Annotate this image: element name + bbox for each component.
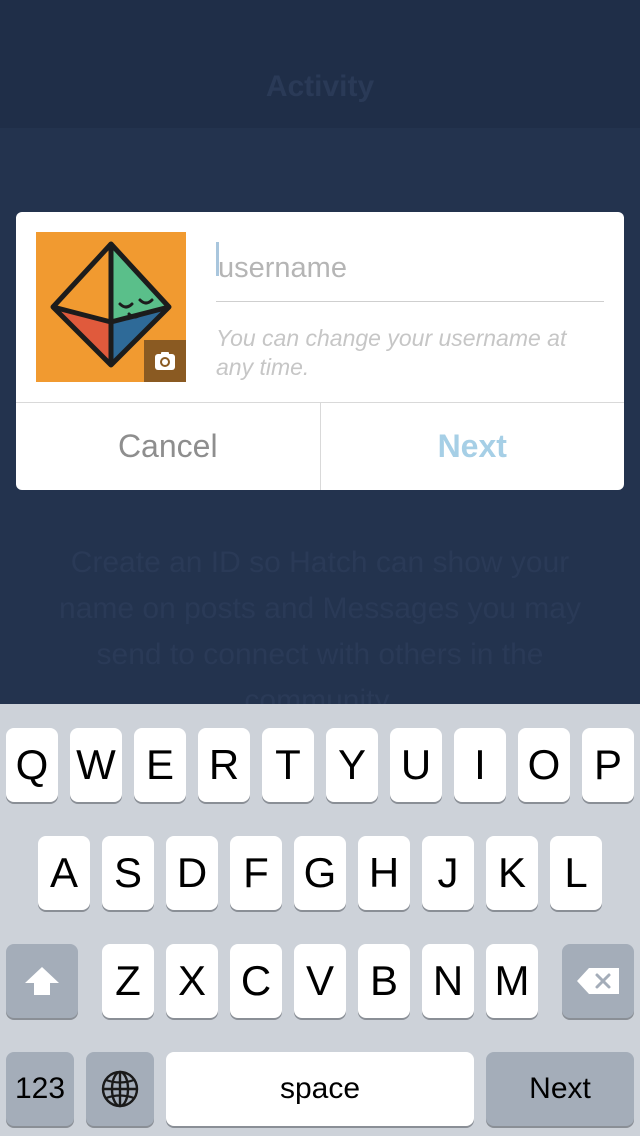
key-x[interactable]: X bbox=[166, 944, 218, 1018]
key-v[interactable]: V bbox=[294, 944, 346, 1018]
globe-key[interactable] bbox=[86, 1052, 154, 1126]
dialog-actions: Cancel Next bbox=[16, 402, 624, 490]
delete-key[interactable] bbox=[562, 944, 634, 1018]
key-p[interactable]: P bbox=[582, 728, 634, 802]
key-z[interactable]: Z bbox=[102, 944, 154, 1018]
key-u[interactable]: U bbox=[390, 728, 442, 802]
key-j[interactable]: J bbox=[422, 836, 474, 910]
backspace-icon bbox=[577, 968, 619, 994]
key-y[interactable]: Y bbox=[326, 728, 378, 802]
onscreen-keyboard: Q W E R T Y U I O P A S D F G H J K L Z … bbox=[0, 704, 640, 1136]
key-f[interactable]: F bbox=[230, 836, 282, 910]
username-hint: You can change your username at any time… bbox=[216, 325, 567, 380]
key-b[interactable]: B bbox=[358, 944, 410, 1018]
background-description: Create an ID so Hatch can show your name… bbox=[59, 546, 581, 717]
cancel-button[interactable]: Cancel bbox=[16, 403, 321, 490]
key-n[interactable]: N bbox=[422, 944, 474, 1018]
key-q[interactable]: Q bbox=[6, 728, 58, 802]
return-next-key[interactable]: Next bbox=[486, 1052, 634, 1126]
key-e[interactable]: E bbox=[134, 728, 186, 802]
key-h[interactable]: H bbox=[358, 836, 410, 910]
shift-key[interactable] bbox=[6, 944, 78, 1018]
next-button[interactable]: Next bbox=[321, 403, 625, 490]
key-i[interactable]: I bbox=[454, 728, 506, 802]
change-photo-button[interactable] bbox=[144, 340, 186, 382]
background-title: Activity bbox=[265, 70, 375, 103]
key-k[interactable]: K bbox=[486, 836, 538, 910]
key-r[interactable]: R bbox=[198, 728, 250, 802]
key-w[interactable]: W bbox=[70, 728, 122, 802]
key-l[interactable]: L bbox=[550, 836, 602, 910]
key-m[interactable]: M bbox=[486, 944, 538, 1018]
text-cursor bbox=[216, 242, 219, 276]
key-s[interactable]: S bbox=[102, 836, 154, 910]
numbers-key[interactable]: 123 bbox=[6, 1052, 74, 1126]
camera-icon bbox=[155, 352, 175, 370]
key-d[interactable]: D bbox=[166, 836, 218, 910]
key-c[interactable]: C bbox=[230, 944, 282, 1018]
space-key[interactable]: space bbox=[166, 1052, 474, 1126]
avatar-picker[interactable] bbox=[36, 232, 186, 382]
background-header bbox=[0, 0, 640, 128]
globe-icon bbox=[101, 1070, 139, 1108]
key-a[interactable]: A bbox=[38, 836, 90, 910]
key-t[interactable]: T bbox=[262, 728, 314, 802]
key-o[interactable]: O bbox=[518, 728, 570, 802]
username-input[interactable] bbox=[216, 236, 604, 302]
username-dialog: You can change your username at any time… bbox=[16, 212, 624, 490]
shift-arrow-icon bbox=[25, 967, 59, 995]
key-g[interactable]: G bbox=[294, 836, 346, 910]
